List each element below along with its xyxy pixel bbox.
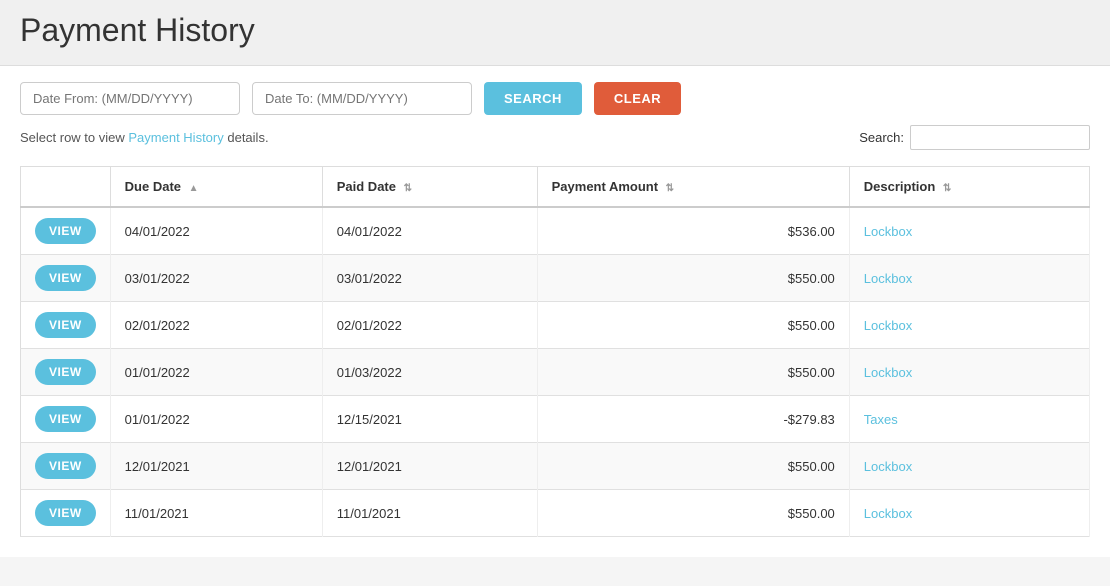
payment-table: Due Date ▲ Paid Date ⇅ Payment Amount ⇅ …	[20, 166, 1090, 537]
controls-area: SEARCH CLEAR Select row to view Payment …	[0, 66, 1110, 166]
sort-icon-paid-date: ⇅	[404, 183, 412, 194]
table-cell-description: Lockbox	[849, 255, 1089, 302]
sort-icon-description: ⇅	[943, 183, 951, 194]
view-button[interactable]: VIEW	[35, 359, 96, 385]
table-cell-payment-amount: -$279.83	[537, 396, 849, 443]
info-row: Select row to view Payment History detai…	[20, 125, 1090, 150]
table-row[interactable]: VIEW03/01/202203/01/2022$550.00Lockbox	[21, 255, 1090, 302]
table-cell-paid-date: 04/01/2022	[322, 207, 537, 255]
table-row[interactable]: VIEW 01/01/202201/03/2022$550.00 Lockbox	[21, 349, 1090, 396]
table-cell-description: Lockbox	[849, 443, 1089, 490]
table-cell-due-date: 03/01/2022	[110, 255, 322, 302]
table-search-input[interactable]	[910, 125, 1090, 150]
view-button[interactable]: VIEW	[35, 265, 96, 291]
sort-icon-payment-amount: ⇅	[666, 183, 674, 194]
search-row: Search:	[859, 125, 1090, 150]
table-container: Due Date ▲ Paid Date ⇅ Payment Amount ⇅ …	[0, 166, 1110, 557]
description-link[interactable]: Lockbox	[864, 271, 912, 286]
col-header-description[interactable]: Description ⇅	[849, 167, 1089, 208]
info-message: Select row to view Payment History detai…	[20, 130, 269, 145]
table-row[interactable]: VIEW12/01/202112/01/2021$550.00Lockbox	[21, 443, 1090, 490]
table-row[interactable]: VIEW02/01/202202/01/2022$550.00Lockbox	[21, 302, 1090, 349]
view-button[interactable]: VIEW	[35, 406, 96, 432]
table-row[interactable]: VIEW11/01/202111/01/2021$550.00Lockbox	[21, 490, 1090, 537]
description-link[interactable]: Lockbox	[864, 459, 912, 474]
table-cell-payment-amount: $550.00	[537, 255, 849, 302]
view-button[interactable]: VIEW	[35, 218, 96, 244]
table-cell-paid-date: 12/01/2021	[322, 443, 537, 490]
table-cell-view: VIEW	[21, 396, 111, 443]
controls-row: SEARCH CLEAR	[20, 82, 1090, 115]
page-header: Payment History	[0, 0, 1110, 66]
search-label: Search:	[859, 130, 904, 145]
description-link[interactable]: Taxes	[864, 412, 898, 427]
table-cell-payment-amount: $550.00	[537, 349, 849, 396]
table-cell-description: Lockbox	[849, 349, 1089, 396]
table-cell-paid-date: 11/01/2021	[322, 490, 537, 537]
table-row[interactable]: VIEW 01/01/202212/15/2021-$279.83 Taxes	[21, 396, 1090, 443]
table-cell-paid-date: 02/01/2022	[322, 302, 537, 349]
table-cell-payment-amount: $550.00	[537, 490, 849, 537]
table-cell-description: Lockbox	[849, 207, 1089, 255]
col-header-paid-date[interactable]: Paid Date ⇅	[322, 167, 537, 208]
table-cell-description: Taxes	[849, 396, 1089, 443]
table-cell-paid-date: 12/15/2021	[322, 396, 537, 443]
clear-button[interactable]: CLEAR	[594, 82, 681, 115]
view-button[interactable]: VIEW	[35, 312, 96, 338]
description-link[interactable]: Lockbox	[864, 318, 912, 333]
table-cell-view: VIEW	[21, 443, 111, 490]
table-cell-due-date: 04/01/2022	[110, 207, 322, 255]
sort-icon-due-date: ▲	[189, 183, 199, 194]
search-button[interactable]: SEARCH	[484, 82, 582, 115]
view-button[interactable]: VIEW	[35, 500, 96, 526]
col-header-due-date[interactable]: Due Date ▲	[110, 167, 322, 208]
table-cell-paid-date: 01/03/2022	[322, 349, 537, 396]
table-cell-due-date: 12/01/2021	[110, 443, 322, 490]
col-header-payment-amount[interactable]: Payment Amount ⇅	[537, 167, 849, 208]
date-to-input[interactable]	[252, 82, 472, 115]
view-button[interactable]: VIEW	[35, 453, 96, 479]
table-header: Due Date ▲ Paid Date ⇅ Payment Amount ⇅ …	[21, 167, 1090, 208]
table-cell-description: Lockbox	[849, 302, 1089, 349]
table-header-row: Due Date ▲ Paid Date ⇅ Payment Amount ⇅ …	[21, 167, 1090, 208]
table-cell-payment-amount: $550.00	[537, 302, 849, 349]
table-cell-due-date: 01/01/2022	[110, 349, 322, 396]
description-link[interactable]: Lockbox	[864, 506, 912, 521]
description-link[interactable]: Lockbox	[864, 365, 912, 380]
table-cell-due-date: 11/01/2021	[110, 490, 322, 537]
table-cell-paid-date: 03/01/2022	[322, 255, 537, 302]
table-cell-due-date: 01/01/2022	[110, 396, 322, 443]
info-highlight: Payment History	[128, 130, 223, 145]
table-cell-view: VIEW	[21, 255, 111, 302]
description-link[interactable]: Lockbox	[864, 224, 912, 239]
page-title: Payment History	[20, 12, 1090, 49]
table-cell-payment-amount: $536.00	[537, 207, 849, 255]
date-from-input[interactable]	[20, 82, 240, 115]
table-cell-payment-amount: $550.00	[537, 443, 849, 490]
table-cell-description: Lockbox	[849, 490, 1089, 537]
table-cell-view: VIEW	[21, 349, 111, 396]
table-body: VIEW04/01/202204/01/2022$536.00LockboxVI…	[21, 207, 1090, 537]
table-row[interactable]: VIEW04/01/202204/01/2022$536.00Lockbox	[21, 207, 1090, 255]
table-cell-due-date: 02/01/2022	[110, 302, 322, 349]
table-cell-view: VIEW	[21, 490, 111, 537]
col-header-view	[21, 167, 111, 208]
table-cell-view: VIEW	[21, 207, 111, 255]
table-cell-view: VIEW	[21, 302, 111, 349]
